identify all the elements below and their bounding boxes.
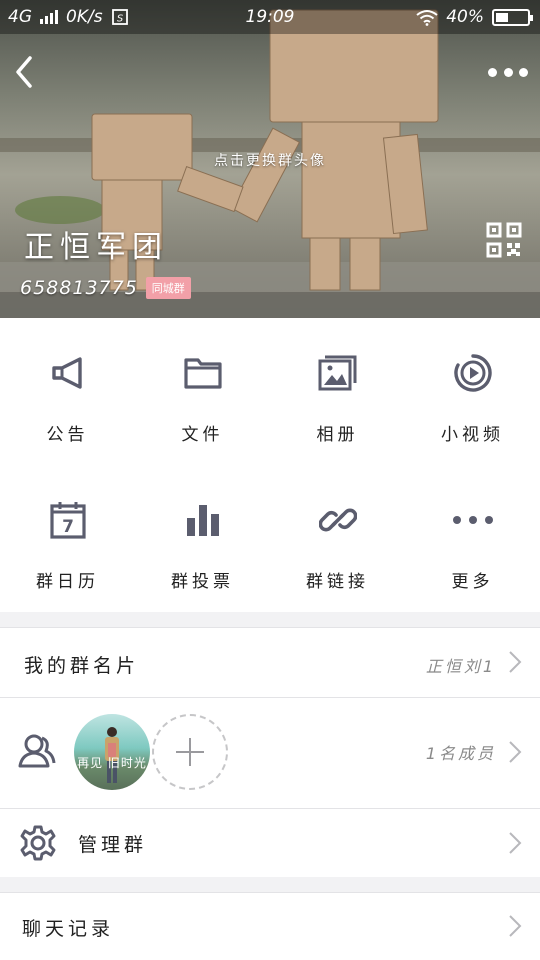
my-group-card-value: 正恒刘1 bbox=[425, 657, 496, 676]
folder-icon bbox=[183, 358, 222, 389]
feature-album[interactable]: 相册 bbox=[270, 318, 405, 465]
feature-label: 公告 bbox=[46, 425, 89, 445]
calendar-day: 7 bbox=[62, 517, 74, 537]
chevron-right-icon bbox=[509, 915, 522, 937]
qr-code-icon[interactable] bbox=[486, 222, 522, 258]
member-avatar[interactable]: 再见 旧时光 bbox=[74, 714, 150, 790]
feature-grid: 公告 文件 相册 小视频 7 群日历 群投票 群链接 更多 bbox=[0, 318, 540, 612]
feature-label: 小视频 bbox=[441, 425, 504, 445]
feature-link[interactable]: 群链接 bbox=[270, 465, 405, 612]
more-dots-icon bbox=[452, 516, 493, 524]
group-id-row: 658813775 同城群 bbox=[20, 277, 191, 299]
feature-short-video[interactable]: 小视频 bbox=[405, 318, 540, 465]
feature-files[interactable]: 文件 bbox=[135, 318, 270, 465]
feature-label: 更多 bbox=[451, 572, 494, 592]
wifi-icon bbox=[416, 9, 438, 26]
feature-calendar[interactable]: 7 群日历 bbox=[0, 465, 135, 612]
add-member-button[interactable] bbox=[152, 714, 228, 790]
album-icon bbox=[318, 355, 356, 391]
my-group-card-row[interactable]: 我的群名片 正恒刘1 bbox=[0, 628, 540, 697]
avatar-caption: 再见 旧时光 bbox=[77, 756, 147, 770]
group-name: 正恒军团 bbox=[24, 230, 168, 265]
members-row[interactable]: 再见 旧时光 1名成员 bbox=[0, 698, 540, 808]
back-arrow-icon[interactable] bbox=[10, 52, 40, 92]
battery-icon bbox=[492, 8, 533, 26]
chat-history-row[interactable]: 聊天记录 bbox=[0, 893, 540, 960]
chevron-right-icon bbox=[509, 832, 522, 854]
feature-label: 群日历 bbox=[36, 572, 99, 592]
member-photo bbox=[105, 727, 119, 783]
feature-vote[interactable]: 群投票 bbox=[135, 465, 270, 612]
feature-label: 群投票 bbox=[171, 572, 234, 592]
feature-label: 相册 bbox=[316, 425, 359, 445]
chevron-right-icon bbox=[509, 741, 522, 763]
member-count: 1名成员 bbox=[425, 744, 496, 763]
group-profile-screen: 4G 0K/s S 19:09 40% 点击更换群头像 正恒军团 6588137… bbox=[0, 0, 540, 960]
megaphone-icon bbox=[51, 357, 82, 389]
feature-label: 群链接 bbox=[306, 572, 369, 592]
status-bar: 4G 0K/s S 19:09 40% bbox=[0, 0, 540, 34]
manage-group-label: 管理群 bbox=[78, 834, 148, 856]
video-icon bbox=[453, 354, 492, 392]
change-avatar-hint[interactable]: 点击更换群头像 bbox=[0, 150, 540, 170]
chat-history-label: 聊天记录 bbox=[22, 918, 115, 940]
feature-announcement[interactable]: 公告 bbox=[0, 318, 135, 465]
manage-group-row[interactable]: 管理群 bbox=[0, 809, 540, 877]
members-icon bbox=[18, 734, 56, 768]
feature-more[interactable]: 更多 bbox=[405, 465, 540, 612]
city-group-badge: 同城群 bbox=[145, 277, 191, 299]
calendar-icon: 7 bbox=[49, 502, 86, 539]
chevron-right-icon bbox=[509, 651, 522, 673]
group-cover[interactable]: 4G 0K/s S 19:09 40% 点击更换群头像 正恒军团 6588137… bbox=[0, 0, 540, 318]
battery-percent: 40% bbox=[446, 7, 484, 27]
gear-icon bbox=[20, 825, 56, 861]
plus-icon bbox=[176, 738, 204, 766]
group-number: 658813775 bbox=[20, 277, 138, 299]
feature-label: 文件 bbox=[181, 425, 224, 445]
my-group-card-label: 我的群名片 bbox=[24, 655, 140, 677]
link-icon bbox=[318, 508, 357, 532]
vote-chart-icon bbox=[186, 505, 219, 536]
more-options-icon[interactable] bbox=[488, 60, 528, 84]
